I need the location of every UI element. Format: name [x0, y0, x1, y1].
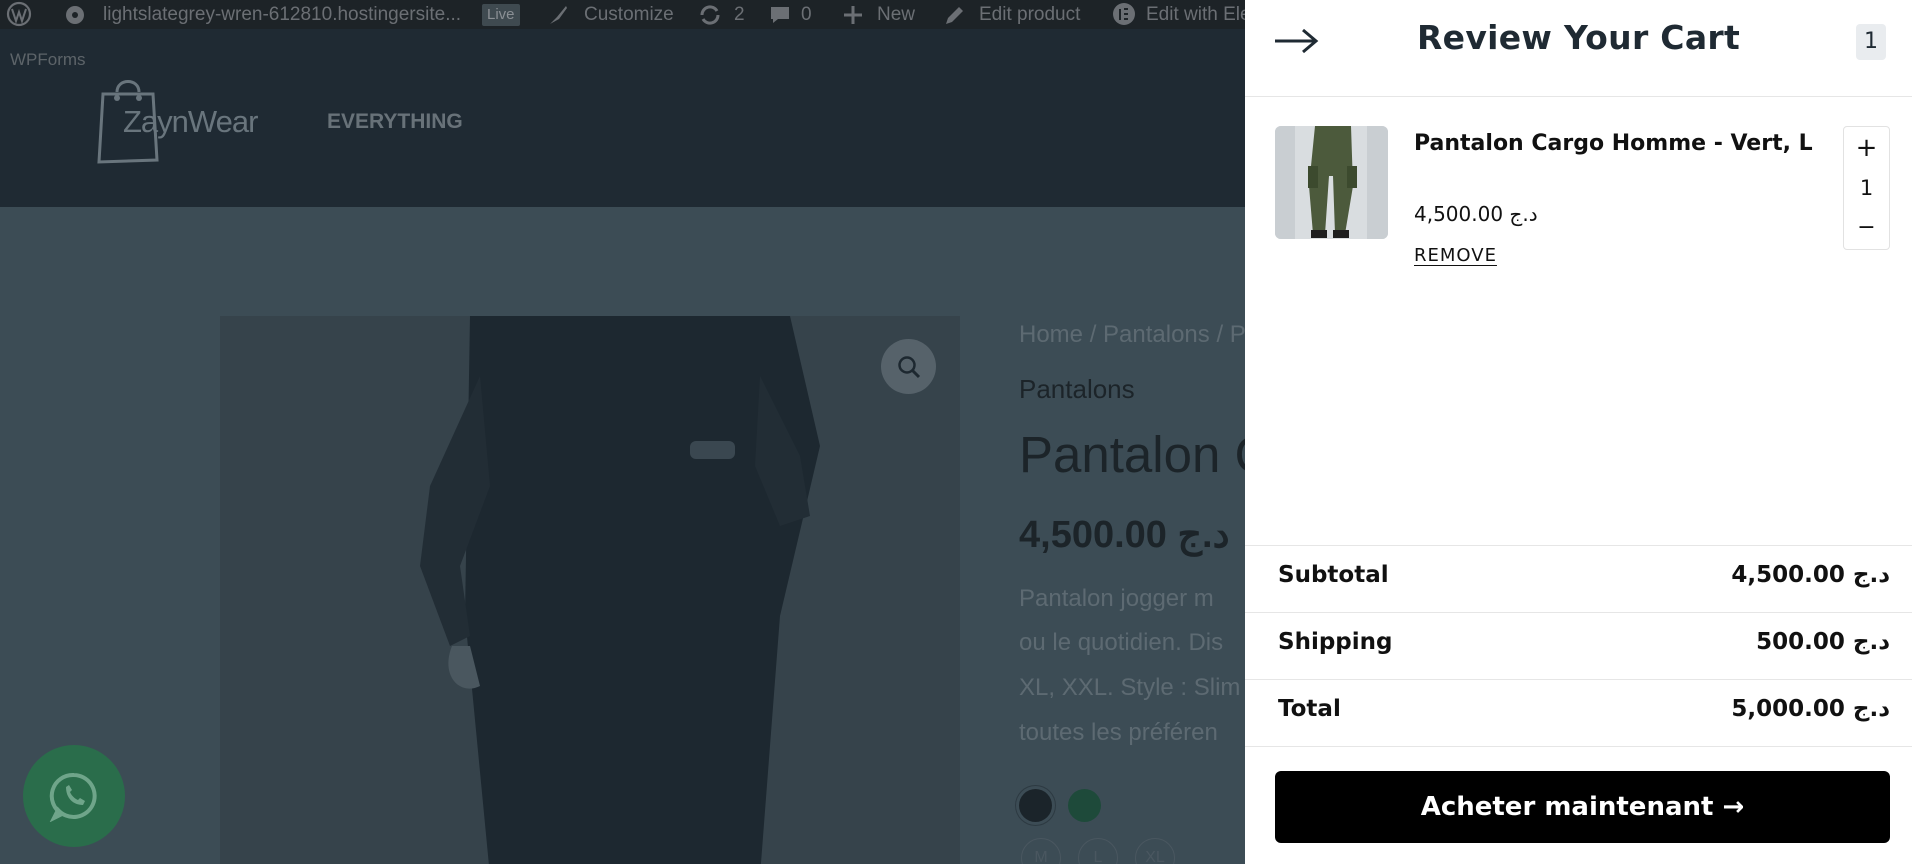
site-name-link[interactable]: lightslategrey-wren-612810.hostingersite… — [103, 0, 461, 29]
nav-item-everything[interactable]: EVERYTHING — [327, 110, 463, 134]
live-badge: Live — [482, 4, 520, 26]
remove-item-link[interactable]: REMOVE — [1414, 245, 1497, 266]
zoom-button[interactable] — [881, 339, 936, 394]
color-swatch-green[interactable] — [1068, 789, 1101, 822]
cart-item: Pantalon Cargo Homme - Vert, L 4,500.00 … — [1275, 126, 1890, 276]
size-option-l[interactable]: L — [1078, 838, 1118, 864]
edit-product-link[interactable]: Edit product — [979, 0, 1080, 29]
wordpress-logo-icon[interactable] — [6, 0, 32, 29]
product-description-line: XL, XXL. Style : Slim F — [1019, 674, 1262, 701]
cart-header: Review Your Cart 1 — [1245, 0, 1912, 97]
whatsapp-icon — [49, 772, 97, 822]
cart-drawer: Review Your Cart 1 Pantalon Cargo Homme … — [1245, 0, 1912, 864]
cart-item-name[interactable]: Pantalon Cargo Homme - Vert, L — [1414, 128, 1819, 159]
new-link[interactable]: New — [877, 0, 915, 29]
cart-count-badge: 1 — [1856, 24, 1886, 60]
shipping-label: Shipping — [1278, 629, 1393, 655]
color-swatch-black[interactable] — [1019, 789, 1052, 822]
product-category[interactable]: Pantalons — [1019, 374, 1135, 405]
dashboard-icon[interactable] — [64, 0, 86, 29]
product-description-line: ou le quotidien. Dis — [1019, 629, 1224, 656]
comments-icon[interactable] — [769, 0, 791, 29]
wpforms-link[interactable]: WPForms — [10, 50, 86, 70]
magnifier-icon — [897, 355, 920, 378]
product-price: 4,500.00 د.ج — [1019, 514, 1230, 556]
shipping-row: Shipping 500.00 د.ج — [1245, 613, 1912, 680]
whatsapp-button[interactable] — [23, 745, 125, 847]
size-option-m[interactable]: M — [1021, 838, 1061, 864]
subtotal-row: Subtotal 4,500.00 د.ج — [1245, 546, 1912, 613]
size-option-xl[interactable]: XL — [1135, 838, 1175, 864]
product-image[interactable] — [220, 316, 960, 864]
quantity-value[interactable]: 1 — [1844, 168, 1889, 208]
updates-icon[interactable] — [698, 0, 722, 29]
total-value: 5,000.00 د.ج — [1731, 696, 1890, 722]
shipping-value: 500.00 د.ج — [1756, 629, 1890, 655]
quantity-stepper: + 1 − — [1843, 126, 1890, 250]
product-title: Pantalon C — [1019, 426, 1272, 483]
edit-with-elementor-link[interactable]: Edit with Ele — [1146, 0, 1251, 29]
updates-count: 2 — [734, 4, 745, 25]
cart-totals: Subtotal 4,500.00 د.ج Shipping 500.00 د.… — [1245, 545, 1912, 747]
plus-icon[interactable] — [843, 0, 863, 29]
product-description-line: toutes les préféren — [1019, 719, 1218, 746]
cart-title: Review Your Cart — [1416, 18, 1741, 57]
checkout-button[interactable]: Acheter maintenant → — [1275, 771, 1890, 843]
cart-item-price: 4,500.00 د.ج — [1414, 202, 1538, 226]
quantity-decrease-button[interactable]: − — [1844, 208, 1889, 248]
logo-text[interactable]: ZaynWear — [123, 104, 258, 140]
total-label: Total — [1278, 696, 1341, 722]
total-row: Total 5,000.00 د.ج — [1245, 680, 1912, 747]
brush-icon — [547, 0, 569, 29]
comments-count: 0 — [801, 4, 812, 25]
subtotal-value: 4,500.00 د.ج — [1731, 562, 1890, 588]
pencil-icon — [943, 0, 965, 29]
quantity-increase-button[interactable]: + — [1844, 128, 1889, 168]
cart-item-thumbnail[interactable] — [1275, 126, 1388, 239]
customize-link[interactable]: Customize — [584, 0, 674, 29]
product-description-line: Pantalon jogger m — [1019, 585, 1214, 612]
subtotal-label: Subtotal — [1278, 562, 1389, 588]
elementor-icon — [1111, 0, 1137, 29]
breadcrumb[interactable]: Home / Pantalons / P — [1019, 321, 1246, 349]
